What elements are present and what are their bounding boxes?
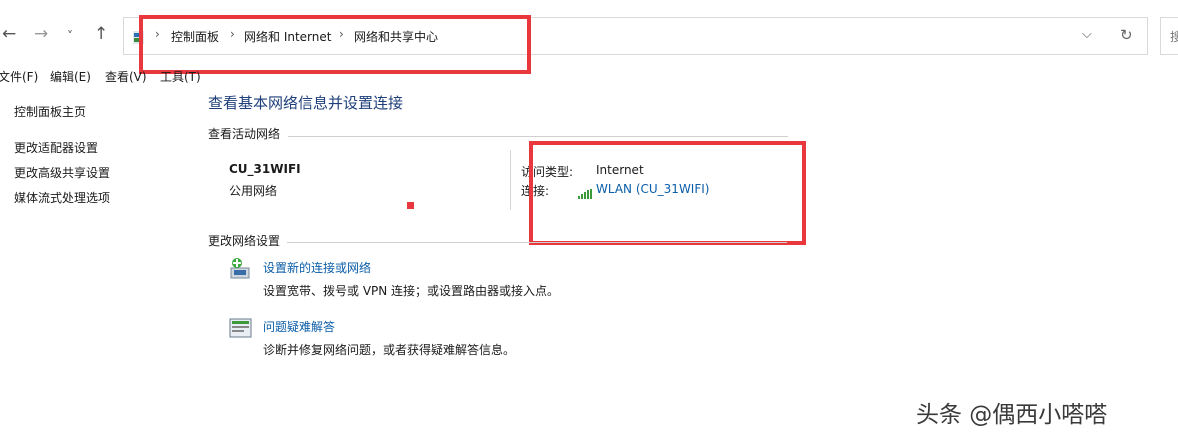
chevron-down-icon: ˅: [67, 29, 73, 43]
section-divider: [288, 136, 788, 137]
task-troubleshoot-desc: 诊断并修复网络问题，或者获得疑难解答信息。: [263, 343, 516, 357]
change-settings-heading: 更改网络设置: [208, 234, 281, 248]
network-type[interactable]: 公用网络: [229, 182, 277, 199]
new-connection-icon: [229, 257, 253, 281]
up-button[interactable]: ↑: [94, 24, 108, 44]
menu-view[interactable]: 查看(V): [105, 68, 147, 85]
annotation-dot: [407, 202, 414, 209]
refresh-icon[interactable]: ↻: [1120, 26, 1133, 44]
sidebar-item-adapter-settings[interactable]: 更改适配器设置: [14, 139, 98, 156]
active-networks-heading: 查看活动网络: [208, 127, 281, 141]
task-troubleshoot-link[interactable]: 问题疑难解答: [263, 318, 335, 335]
menu-tools[interactable]: 工具(T): [160, 68, 201, 85]
sidebar-item-home[interactable]: 控制面板主页: [14, 103, 86, 120]
task-new-connection-desc: 设置宽带、拨号或 VPN 连接；或设置路由器或接入点。: [263, 284, 560, 298]
troubleshoot-icon: [229, 318, 253, 340]
menu-file[interactable]: 文件(F): [0, 68, 38, 85]
annotation-box-connection: [529, 141, 806, 245]
page-title: 查看基本网络信息并设置连接: [208, 94, 404, 112]
watermark: 头条 @偶西小嗒嗒: [916, 402, 1108, 428]
task-new-connection-link[interactable]: 设置新的连接或网络: [263, 259, 371, 276]
sidebar-item-media-streaming[interactable]: 媒体流式处理选项: [14, 189, 110, 206]
menu-edit[interactable]: 编辑(E): [50, 68, 91, 85]
recent-locations-button[interactable]: ˅: [67, 26, 73, 46]
back-button[interactable]: ←: [2, 24, 16, 44]
back-arrow-icon: ←: [2, 24, 17, 44]
sidebar-item-advanced-sharing[interactable]: 更改高级共享设置: [14, 164, 110, 181]
annotation-box-address: [139, 15, 531, 74]
up-arrow-icon: ↑: [94, 24, 109, 44]
forward-arrow-icon: →: [34, 24, 49, 44]
forward-button[interactable]: →: [34, 24, 48, 44]
address-dropdown-icon[interactable]: ⌵: [1082, 27, 1092, 42]
vertical-divider: [510, 150, 511, 210]
section-divider: [287, 242, 787, 243]
search-placeholder: 搜: [1170, 30, 1178, 44]
network-name: CU_31WIFI: [229, 162, 301, 176]
search-box[interactable]: 搜: [1160, 17, 1178, 55]
